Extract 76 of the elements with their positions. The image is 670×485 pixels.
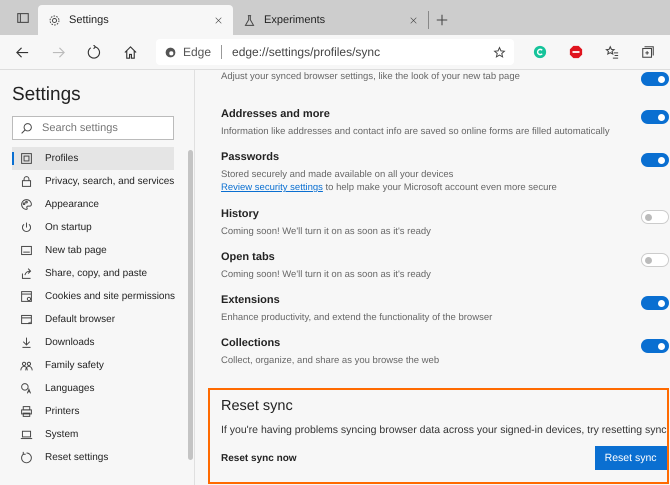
site-label: Edge [183, 45, 212, 59]
sync-item-description: Collect, organize, and share as you browse the web [221, 354, 440, 367]
gear-icon [48, 14, 61, 26]
sidebar-item[interactable]: Printers [12, 400, 174, 423]
sidebar-item[interactable]: System [12, 423, 174, 446]
search-icon [20, 122, 33, 135]
share-icon [20, 267, 33, 280]
sync-item-title: Addresses and more [221, 108, 331, 120]
reset-sync-button[interactable]: Reset sync [594, 446, 667, 470]
reset-icon [20, 451, 33, 464]
flask-icon [243, 14, 256, 26]
toggle-switch[interactable] [640, 153, 669, 167]
sync-item-description: Adjust your synced browser settings, like the look of your new tab page [221, 70, 521, 83]
collections-icon [641, 45, 655, 59]
translate-icon [20, 382, 33, 395]
profile-icon [20, 152, 33, 165]
sidebar-item[interactable]: Reset settings [12, 446, 174, 469]
sidebar-item[interactable]: Downloads [12, 331, 174, 354]
sidebar-item[interactable]: Family safety [12, 354, 174, 377]
favorites-icon [605, 45, 619, 59]
sync-item-description: Coming soon! We'll turn it on as soon as it's ready [221, 225, 432, 238]
close-icon [409, 16, 418, 24]
new-tab-icon [435, 13, 449, 27]
adblock-extension-icon [569, 45, 583, 59]
close-icon [214, 16, 223, 24]
grid-icon [20, 244, 33, 257]
refresh-icon [86, 44, 102, 60]
browser-tab[interactable]: Experiments [233, 5, 428, 35]
star-icon [493, 46, 506, 58]
sidebar-item[interactable]: On startup [12, 216, 174, 239]
home-icon [122, 44, 138, 60]
sidebar-item[interactable]: New tab page [12, 239, 174, 262]
settings-heading: Settings [12, 84, 82, 106]
sidebar-item[interactable]: Appearance [12, 193, 174, 216]
power-icon [20, 221, 33, 234]
browser-tab[interactable]: Settings [38, 5, 233, 35]
sidebar-item[interactable]: Default browser [12, 308, 174, 331]
sync-item-description: Information like addresses and contact info are saved so online forms are filled automatically [221, 125, 611, 138]
sidebar-item[interactable]: Languages [12, 377, 174, 400]
sync-item-title: Collections [221, 337, 282, 349]
sync-item-description: Stored securely and made available on all your devices [221, 168, 454, 181]
scrollbar-thumb[interactable] [188, 150, 192, 460]
printer-icon [20, 405, 33, 418]
toggle-switch[interactable] [640, 296, 669, 310]
sync-item-title: Passwords [221, 151, 280, 163]
toggle-switch[interactable] [640, 253, 669, 267]
people-icon [20, 359, 33, 372]
forward-arrow-icon [50, 44, 66, 60]
sidebar-item[interactable]: Profiles [12, 147, 174, 170]
reset-sync-heading: Reset sync [221, 398, 294, 414]
security-note: Review security settings to help make your Microsoft account even more secure [221, 181, 558, 194]
reset-sync-description: If you're having problems syncing browser data across your signed-in devices, try resetting sync [221, 424, 667, 436]
laptop-icon [20, 428, 33, 441]
sync-item-title: History [221, 208, 260, 220]
search-field[interactable]: Search settings [12, 116, 174, 140]
sync-item-description: Enhance productivity, and extend the functionality of the browser [221, 311, 494, 324]
toggle-switch[interactable] [640, 110, 669, 124]
sync-item-title: Open tabs [221, 251, 276, 263]
back-arrow-icon [14, 44, 30, 60]
reset-sync-label: Reset sync now [221, 452, 297, 464]
url-text: edge://settings/profiles/sync [232, 45, 382, 59]
download-icon [20, 336, 33, 349]
palette-icon [20, 198, 33, 211]
sidebar-item[interactable]: Cookies and site permissions [12, 285, 174, 308]
lock-icon [20, 175, 33, 188]
toggle-switch[interactable] [640, 210, 669, 224]
tab-actions-icon [16, 10, 30, 24]
address-bar[interactable]: Edge edge://settings/profiles/sync [156, 39, 514, 65]
review-security-link[interactable]: Review security settings [221, 182, 323, 193]
toggle-switch[interactable] [640, 72, 669, 86]
sync-item-title: Extensions [221, 294, 281, 306]
window-icon [20, 313, 33, 326]
sync-item-description: Coming soon! We'll turn it on as soon as it's ready [221, 268, 432, 281]
toggle-switch[interactable] [640, 339, 669, 353]
sidebar-item[interactable]: Share, copy, and paste [12, 262, 174, 285]
sidebar-item[interactable]: Privacy, search, and services [12, 170, 174, 193]
